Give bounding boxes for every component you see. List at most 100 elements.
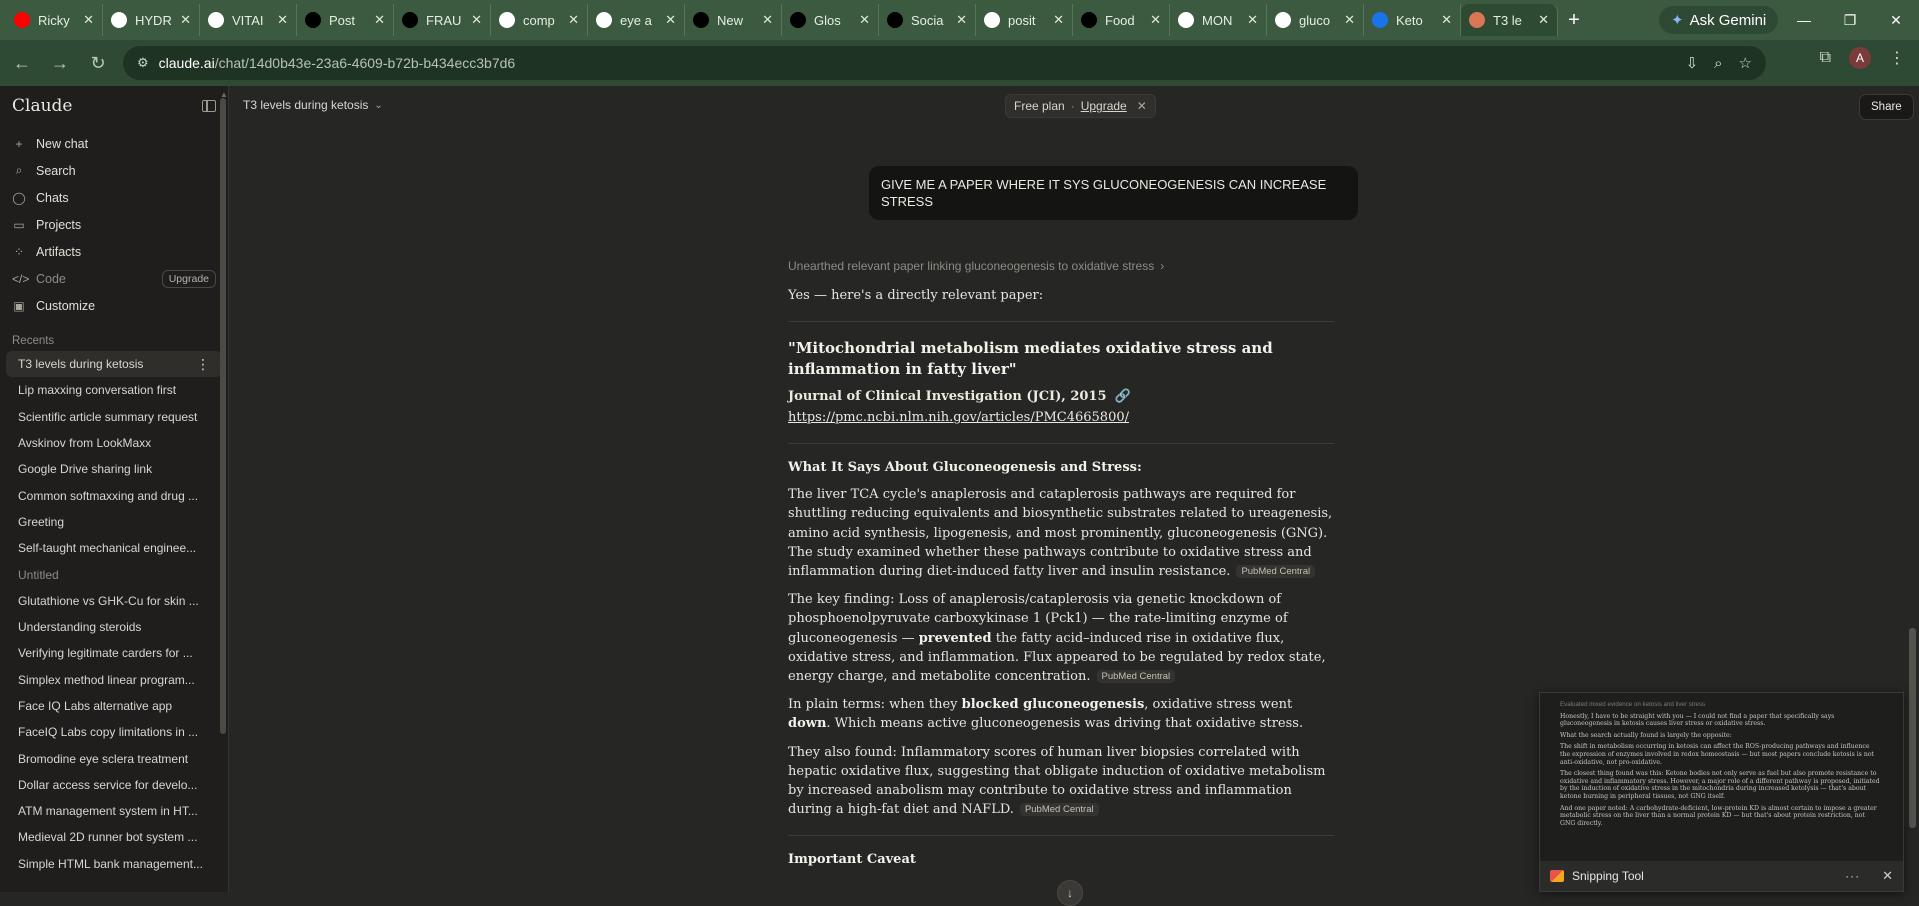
scroll-down-icon[interactable]: ↓ (1057, 880, 1083, 906)
browser-tab[interactable]: Keto ✕ (1364, 4, 1461, 36)
close-tab-icon[interactable]: ✕ (374, 12, 385, 28)
bookmark-star-icon[interactable]: ☆ (1739, 54, 1752, 72)
browser-tab[interactable]: Ricky ✕ (6, 4, 103, 36)
sidebar-item-projects[interactable]: ▭ Projects (6, 211, 222, 238)
citation-badge[interactable]: PubMed Central (1096, 670, 1176, 684)
browser-tab[interactable]: eye a ✕ (588, 4, 685, 36)
close-icon[interactable]: ✕ (1137, 99, 1147, 113)
close-window-icon[interactable]: ✕ (1873, 0, 1919, 40)
browser-tab[interactable]: FRAU ✕ (394, 4, 491, 36)
recent-chat-item[interactable]: Glutathione vs GHK-Cu for skin ... (6, 588, 222, 614)
sidebar-item-artifacts[interactable]: ⁘ Artifacts (6, 238, 222, 265)
recent-chat-item[interactable]: Scientific article summary request (6, 404, 222, 430)
browser-tab[interactable]: VITAI ✕ (200, 4, 297, 36)
close-tab-icon[interactable]: ✕ (1441, 12, 1452, 28)
paper-url-link[interactable]: https://pmc.ncbi.nlm.nih.gov/articles/PM… (788, 409, 1129, 427)
close-tab-icon[interactable]: ✕ (665, 12, 676, 28)
upgrade-badge[interactable]: Upgrade (161, 269, 216, 288)
recent-chat-item[interactable]: Face IQ Labs alternative app (6, 693, 222, 719)
conversation-title-menu[interactable]: T3 levels during ketosis ⌄ (243, 98, 383, 112)
recent-chat-item[interactable]: Simplex method linear program... (6, 667, 222, 693)
sidebar-scrollbar[interactable] (220, 98, 226, 734)
close-tab-icon[interactable]: ✕ (859, 12, 870, 28)
gemini-spark-icon: ✦ (1671, 12, 1684, 29)
close-icon[interactable]: ✕ (1882, 868, 1893, 884)
browser-tab[interactable]: posit ✕ (976, 4, 1073, 36)
sidebar-item-code[interactable]: </> Code Upgrade (6, 265, 222, 292)
browser-tab[interactable]: MON ✕ (1170, 4, 1267, 36)
browser-tab[interactable]: Post ✕ (297, 4, 394, 36)
sidebar-item-search[interactable]: ⌕ Search (6, 157, 222, 184)
close-tab-icon[interactable]: ✕ (1247, 12, 1258, 28)
browser-menu-icon[interactable]: ⋮ (1889, 48, 1905, 68)
close-tab-icon[interactable]: ✕ (471, 12, 482, 28)
browser-tab[interactable]: comp ✕ (491, 4, 588, 36)
recent-chat-item[interactable]: Medieval 2D runner bot system ... (6, 824, 222, 850)
sidebar-item-label: New chat (36, 136, 89, 151)
recent-chat-item[interactable]: ATM management system in HT... (6, 798, 222, 824)
close-tab-icon[interactable]: ✕ (762, 12, 773, 28)
browser-tab[interactable]: Glos ✕ (782, 4, 879, 36)
recent-chat-item[interactable]: Verifying legitimate carders for ... (6, 640, 222, 666)
sidebar-item-chats[interactable]: ◯ Chats (6, 184, 222, 211)
recent-chat-item[interactable]: FaceIQ Labs copy limitations in ... (6, 719, 222, 745)
browser-tab[interactable]: New ✕ (685, 4, 782, 36)
close-tab-icon[interactable]: ✕ (1538, 12, 1549, 28)
close-tab-icon[interactable]: ✕ (277, 12, 288, 28)
close-tab-icon[interactable]: ✕ (83, 12, 94, 28)
openai-icon (693, 12, 709, 28)
citation-badge[interactable]: PubMed Central (1019, 803, 1099, 817)
recent-chat-item[interactable]: Simple HTML bank management... (6, 851, 222, 877)
sidebar-toggle-icon[interactable] (202, 100, 216, 112)
user-message: GIVE ME A PAPER WHERE IT SYS GLUCONEOGEN… (869, 166, 1358, 220)
minimize-window-icon[interactable]: — (1781, 0, 1827, 40)
snipping-tool-window[interactable]: Evaluated mixed evidence on ketosis and … (1539, 692, 1904, 892)
restore-window-icon[interactable]: ❐ (1827, 0, 1873, 40)
thinking-summary[interactable]: Unearthed relevant paper linking glucone… (788, 259, 1164, 273)
share-button[interactable]: Share (1859, 94, 1914, 120)
recent-chat-item[interactable]: Greeting (6, 509, 222, 535)
recent-chat-item[interactable]: Google Drive sharing link (6, 456, 222, 482)
close-tab-icon[interactable]: ✕ (180, 12, 191, 28)
close-tab-icon[interactable]: ✕ (1150, 12, 1161, 28)
recent-chat-item[interactable]: Untitled (6, 561, 222, 587)
reload-icon[interactable]: ↻ (82, 47, 114, 79)
tab-search-icon[interactable]: ⧉ (1820, 49, 1831, 67)
recent-chat-item[interactable]: Lip maxxing conversation first (6, 377, 222, 403)
browser-tab[interactable]: Socia ✕ (879, 4, 976, 36)
install-app-icon[interactable]: ⇩ (1686, 54, 1699, 72)
browser-tab[interactable]: Food ✕ (1073, 4, 1170, 36)
sidebar-item-new-chat[interactable]: + New chat (6, 130, 222, 157)
google-icon (208, 12, 224, 28)
recent-chat-item[interactable]: Dollar access service for develo... (6, 772, 222, 798)
more-options-icon[interactable]: ··· (1845, 869, 1860, 883)
more-options-icon[interactable]: ⋮ (196, 356, 210, 373)
browser-tab[interactable]: gluco ✕ (1267, 4, 1364, 36)
ask-gemini-button[interactable]: ✦ Ask Gemini (1659, 6, 1779, 34)
close-tab-icon[interactable]: ✕ (956, 12, 967, 28)
recent-chat-item[interactable]: Self-taught mechanical enginee... (6, 535, 222, 561)
upgrade-link[interactable]: Upgrade (1081, 99, 1127, 113)
claude-logo[interactable]: Claude (12, 96, 202, 116)
recent-chat-item[interactable]: T3 levels during ketosis ⋮ (6, 351, 222, 378)
address-bar[interactable]: ⚙ claude.ai/chat/14d0b43e-23a6-4609-b72b… (123, 46, 1766, 80)
browser-tab-label: Ricky (38, 12, 70, 28)
recent-chat-item[interactable]: Bromodine eye sclera treatment (6, 745, 222, 771)
recent-chat-item[interactable]: Common softmaxxing and drug ... (6, 482, 222, 508)
browser-tab[interactable]: HYDR ✕ (103, 4, 200, 36)
forward-arrow-icon[interactable]: → (44, 47, 76, 79)
site-info-icon[interactable]: ⚙ (137, 55, 149, 71)
chat-scrollbar[interactable] (1909, 628, 1916, 828)
back-arrow-icon[interactable]: ← (6, 47, 38, 79)
recent-chat-item[interactable]: Understanding steroids (6, 614, 222, 640)
close-tab-icon[interactable]: ✕ (1344, 12, 1355, 28)
recent-chat-item[interactable]: Avskinov from LookMaxx (6, 430, 222, 456)
close-tab-icon[interactable]: ✕ (1053, 12, 1064, 28)
close-tab-icon[interactable]: ✕ (568, 12, 579, 28)
citation-badge[interactable]: PubMed Central (1236, 565, 1316, 579)
new-tab-icon[interactable]: + (1558, 4, 1590, 36)
zoom-icon[interactable]: ⌕ (1714, 55, 1722, 72)
sidebar-item-customize[interactable]: ▣ Customize (6, 292, 222, 319)
profile-avatar[interactable]: A (1849, 47, 1871, 69)
browser-tab[interactable]: T3 le ✕ (1461, 4, 1558, 36)
